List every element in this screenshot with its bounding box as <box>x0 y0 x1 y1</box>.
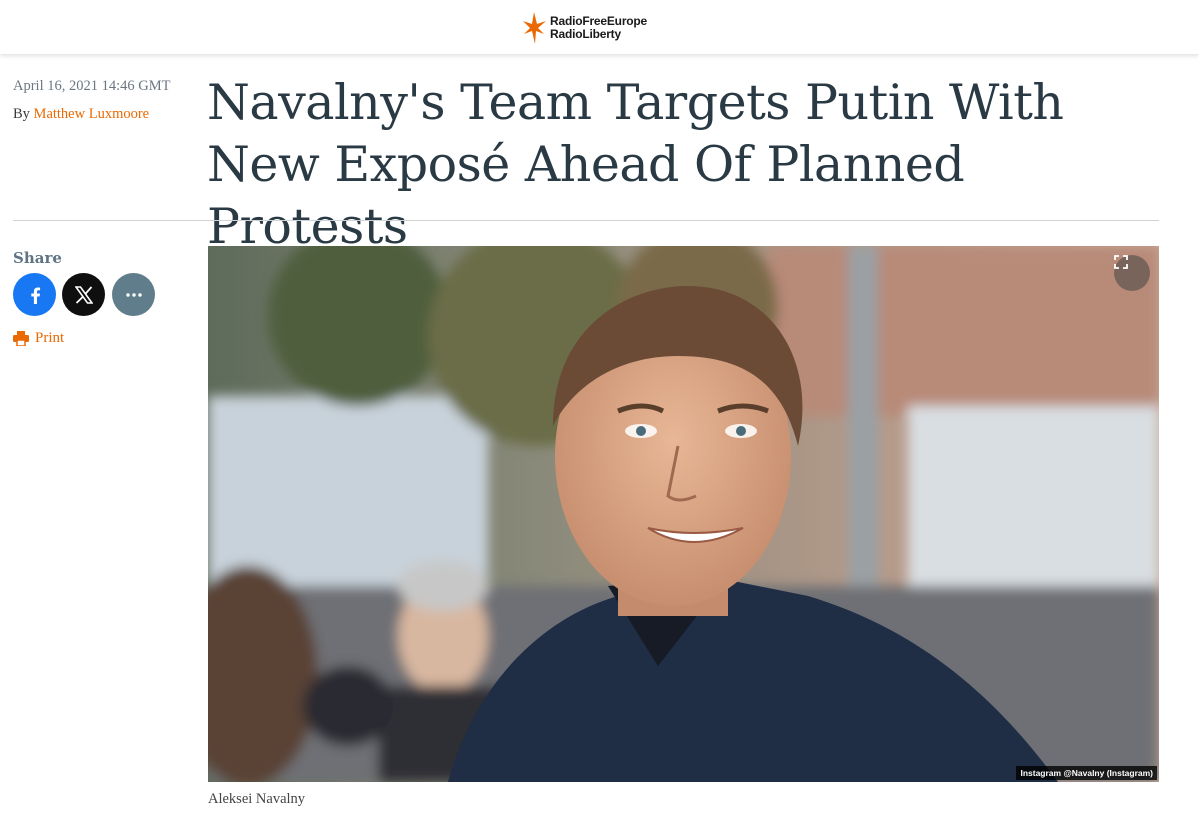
more-icon <box>125 292 142 297</box>
article-photo[interactable]: Instagram @Navalny (Instagram) <box>208 246 1159 782</box>
logo-line-2: RadioLiberty <box>550 27 621 41</box>
rfe-rl-logo-icon <box>523 12 546 44</box>
printer-icon <box>13 331 29 346</box>
author-link[interactable]: Matthew Luxmoore <box>34 106 150 122</box>
print-label: Print <box>35 330 65 346</box>
site-header: RadioFreeEurope RadioLiberty <box>0 0 1199 54</box>
publish-date: April 16, 2021 14:46 GMT <box>13 78 171 94</box>
byline: By Matthew Luxmoore <box>13 106 193 123</box>
photo-credit: Instagram @Navalny (Instagram) <box>1016 766 1157 780</box>
x-icon <box>74 285 93 304</box>
article-title: Navalny's Team Targets Putin With New Ex… <box>207 74 1064 255</box>
site-logo[interactable]: RadioFreeEurope RadioLiberty <box>522 10 652 46</box>
expand-image-button[interactable] <box>1114 255 1150 291</box>
article-meta: April 16, 2021 14:46 GMT By Matthew Luxm… <box>13 78 193 123</box>
photo-caption: Aleksei Navalny <box>208 791 306 807</box>
expand-icon <box>1114 255 1128 269</box>
print-button[interactable]: Print <box>13 330 64 347</box>
facebook-icon <box>30 287 40 304</box>
share-more-button[interactable] <box>112 273 155 316</box>
share-facebook-button[interactable] <box>13 273 56 316</box>
share-x-button[interactable] <box>62 273 105 316</box>
photo-illustration <box>208 246 1159 782</box>
byline-prefix: By <box>13 106 30 122</box>
share-label: Share <box>13 249 62 267</box>
title-divider <box>13 220 1159 221</box>
